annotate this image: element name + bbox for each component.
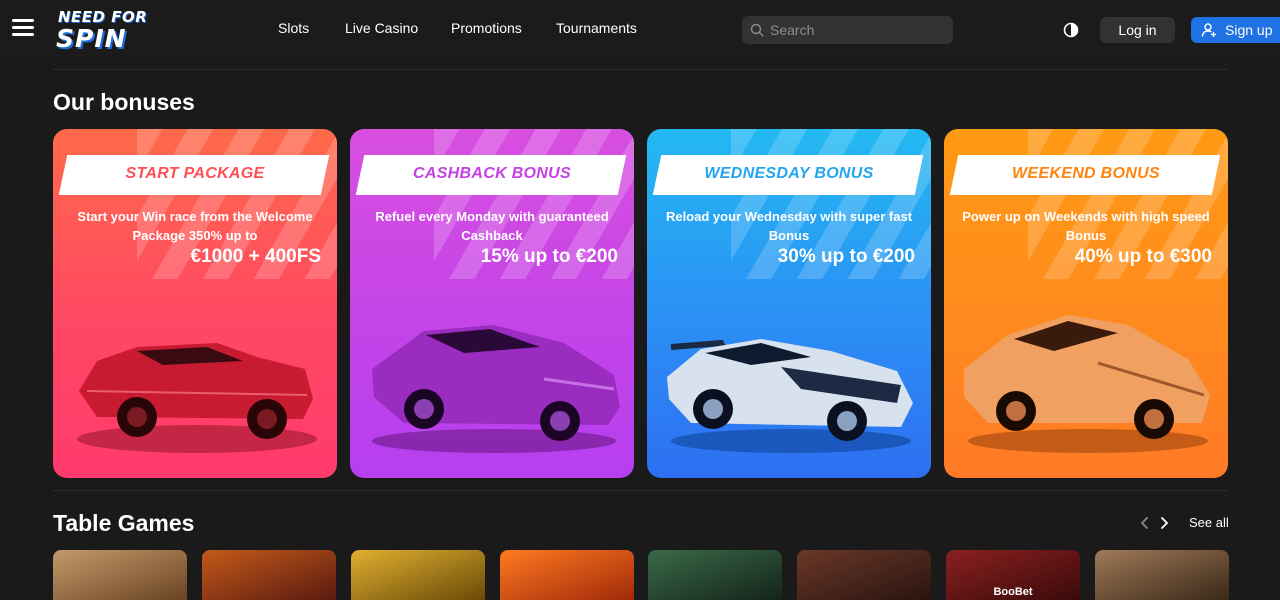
bonus-card-weekend[interactable]: WEEKEND BONUS Power up on Weekends with … [944, 129, 1228, 478]
game-thumbnail[interactable] [797, 550, 931, 600]
nav-slots[interactable]: Slots [278, 20, 309, 36]
bonus-amount: €1000 + 400FS [190, 246, 321, 267]
bonus-amount: 15% up to €200 [480, 246, 618, 267]
bonus-card-cashback[interactable]: CASHBACK BONUS Refuel every Monday with … [350, 129, 634, 478]
top-header: NEED FOR SPIN Slots Live Casino Promotio… [0, 0, 1280, 60]
search-input[interactable] [770, 16, 945, 44]
user-add-icon [1201, 23, 1216, 37]
header-divider [53, 69, 1228, 70]
game-thumbnail-label: BooBet [993, 586, 1033, 598]
bonuses-title: Our bonuses [53, 89, 195, 115]
game-thumbnail[interactable]: BooBet [946, 550, 1080, 600]
game-thumbnail[interactable] [648, 550, 782, 600]
chevron-right-icon[interactable] [1157, 515, 1171, 531]
bonus-amount: 40% up to €300 [1074, 246, 1212, 267]
bonus-description: Refuel every Monday with guaranteed Cash… [375, 209, 609, 243]
login-button[interactable]: Log in [1100, 17, 1175, 43]
search-icon [750, 23, 764, 37]
bonus-banner-label: WEEKEND BONUS [1012, 165, 1160, 182]
section-divider [53, 490, 1228, 491]
orange-sports-car-icon [964, 315, 1210, 453]
nav-promotions[interactable]: Promotions [451, 20, 522, 36]
bonus-banner-label: WEDNESDAY BONUS [704, 165, 874, 182]
chevron-left-icon[interactable] [1138, 515, 1152, 531]
theme-toggle-icon[interactable] [1063, 22, 1079, 38]
bonus-description: Start your Win race from the Welcome Pac… [77, 209, 313, 243]
see-all-link[interactable]: See all [1189, 515, 1229, 530]
bonus-banner-label: START PACKAGE [125, 165, 265, 182]
bonus-card-wednesday[interactable]: WEDNESDAY BONUS Reload your Wednesday wi… [647, 129, 931, 478]
signup-button[interactable]: Sign up [1191, 17, 1280, 43]
table-games-title: Table Games [53, 510, 195, 536]
game-thumbnail[interactable] [53, 550, 187, 600]
red-muscle-car-icon [77, 343, 317, 453]
bonus-banner-label: CASHBACK BONUS [413, 165, 571, 182]
game-thumbnail[interactable] [351, 550, 485, 600]
game-thumbnail[interactable] [202, 550, 336, 600]
nav-tournaments[interactable]: Tournaments [556, 20, 637, 36]
menu-hamburger-icon[interactable] [12, 19, 34, 39]
nav-live-casino[interactable]: Live Casino [345, 20, 418, 36]
game-thumbnail[interactable] [1095, 550, 1229, 600]
logo-line-bottom: SPIN [56, 24, 127, 53]
site-logo[interactable]: NEED FOR SPIN [54, 6, 162, 54]
game-thumbnail[interactable] [500, 550, 634, 600]
bonus-description: Reload your Wednesday with super fast Bo… [665, 209, 913, 243]
bonus-description: Power up on Weekends with high speed Bon… [962, 209, 1210, 243]
silver-race-car-icon [667, 339, 913, 453]
purple-sports-car-icon [372, 325, 620, 453]
signup-label: Sign up [1225, 22, 1273, 38]
bonus-amount: 30% up to €200 [777, 246, 915, 267]
search-box [742, 16, 953, 44]
bonus-card-start-package[interactable]: START PACKAGE Start your Win race from t… [53, 129, 337, 478]
